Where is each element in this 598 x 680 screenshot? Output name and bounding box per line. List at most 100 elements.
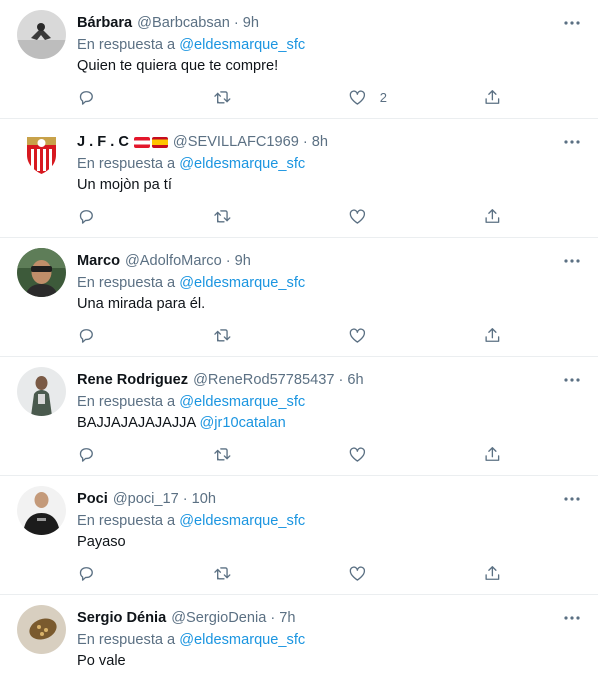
author-name[interactable]: Rene Rodriguez [77, 370, 188, 390]
retweet-button[interactable] [213, 444, 232, 464]
tweet-actions [77, 206, 507, 226]
tweet-time[interactable]: 7h [279, 608, 295, 628]
like-button[interactable] [348, 444, 380, 464]
tweet-time[interactable]: 10h [192, 489, 216, 509]
reply-icon [79, 209, 93, 224]
more-icon[interactable] [562, 13, 582, 33]
tweet-text-content: Po vale [77, 653, 126, 669]
like-button[interactable] [348, 563, 380, 583]
share-button[interactable] [483, 444, 502, 464]
tweet-text: Po vale [77, 651, 582, 671]
heart-icon [349, 566, 366, 581]
reply-prefix: En respuesta a [77, 394, 176, 410]
retweet-button[interactable] [213, 563, 232, 583]
author-name[interactable]: Sergio Dénia [77, 608, 166, 628]
reply-button[interactable] [77, 87, 96, 107]
share-icon [485, 89, 500, 104]
reply-context: En respuesta a @eldesmarque_sfc [77, 35, 582, 55]
avatar[interactable] [17, 129, 66, 178]
tweet-time[interactable]: 8h [312, 132, 328, 152]
reply-context: En respuesta a @eldesmarque_sfc [77, 392, 582, 412]
tweet[interactable]: Marco @AdolfoMarco · 9h En respuesta a @… [0, 238, 598, 357]
retweet-icon [214, 447, 231, 461]
reply-to-mention[interactable]: @eldesmarque_sfc [179, 275, 305, 291]
tweet-text-content: Quien te quiera que te compre! [77, 58, 279, 74]
like-button[interactable]: 2 [348, 87, 387, 107]
tweet[interactable]: Poci @poci_17 · 10h En respuesta a @elde… [0, 476, 598, 595]
reply-context: En respuesta a @eldesmarque_sfc [77, 273, 582, 293]
avatar[interactable] [17, 367, 66, 416]
heart-icon [349, 328, 366, 343]
reply-to-mention[interactable]: @eldesmarque_sfc [179, 394, 305, 410]
tweet-actions: 2 [77, 87, 507, 107]
share-button[interactable] [483, 325, 502, 345]
reply-button[interactable] [77, 325, 96, 345]
tweet-text-content: Payaso [77, 534, 126, 550]
share-button[interactable] [483, 206, 502, 226]
share-button[interactable] [483, 87, 502, 107]
reply-button[interactable] [77, 563, 96, 583]
author-handle[interactable]: @ReneRod57785437 [193, 370, 334, 390]
separator-dot: · [225, 253, 231, 269]
tweet-text-content: Un mojòn pa tí [77, 177, 172, 193]
author-name[interactable]: Marco [77, 251, 120, 271]
tweet-text: Quien te quiera que te compre! [77, 56, 582, 76]
tweet-time[interactable]: 6h [347, 370, 363, 390]
retweet-button[interactable] [213, 206, 232, 226]
avatar[interactable] [17, 605, 66, 654]
avatar[interactable] [17, 10, 66, 59]
reply-to-mention[interactable]: @eldesmarque_sfc [179, 632, 305, 648]
like-button[interactable] [348, 206, 380, 226]
reply-button[interactable] [77, 206, 96, 226]
heart-icon [349, 447, 366, 462]
retweet-icon [214, 90, 231, 104]
separator-dot: · [182, 491, 188, 507]
reply-button[interactable] [77, 444, 96, 464]
more-icon[interactable] [562, 489, 582, 509]
tweet-text-mention[interactable]: @jr10catalan [199, 415, 285, 431]
author-handle[interactable]: @Barbcabsan [137, 13, 230, 33]
tweet[interactable]: Sergio Dénia @SergioDenia · 7h En respue… [0, 595, 598, 680]
tweet-text: Una mirada para él. [77, 294, 582, 314]
author-name[interactable]: Poci [77, 489, 108, 509]
more-icon[interactable] [562, 132, 582, 152]
austria-flag-icon [133, 136, 150, 148]
like-count: 2 [379, 89, 387, 105]
tweet-time[interactable]: 9h [235, 251, 251, 271]
retweet-button[interactable] [213, 87, 232, 107]
tweet[interactable]: Rene Rodriguez @ReneRod57785437 · 6h En … [0, 357, 598, 476]
tweet-time[interactable]: 9h [243, 13, 259, 33]
retweet-button[interactable] [213, 325, 232, 345]
share-icon [485, 565, 500, 580]
heart-icon [349, 90, 366, 105]
reply-context: En respuesta a @eldesmarque_sfc [77, 630, 582, 650]
spain-flag-icon [151, 136, 168, 148]
reply-context: En respuesta a @eldesmarque_sfc [77, 154, 582, 174]
retweet-icon [214, 566, 231, 580]
avatar[interactable] [17, 248, 66, 297]
more-icon[interactable] [562, 370, 582, 390]
author-handle[interactable]: @poci_17 [113, 489, 179, 509]
reply-prefix: En respuesta a [77, 632, 176, 648]
author-handle[interactable]: @SEVILLAFC1969 [173, 132, 299, 152]
share-button[interactable] [483, 563, 502, 583]
tweet[interactable]: J . F . C @SEVILLAFC1969 · 8h En respues… [0, 119, 598, 238]
tweet-text: Un mojòn pa tí [77, 175, 582, 195]
like-button[interactable] [348, 325, 380, 345]
reply-feed: Bárbara @Barbcabsan · 9h En respuesta a … [0, 0, 598, 680]
author-name[interactable]: J . F . C [77, 132, 129, 152]
more-icon[interactable] [562, 608, 582, 628]
author-name[interactable]: Bárbara [77, 13, 132, 33]
separator-dot: · [270, 610, 276, 626]
tweet-actions [77, 444, 507, 464]
reply-to-mention[interactable]: @eldesmarque_sfc [179, 37, 305, 53]
reply-to-mention[interactable]: @eldesmarque_sfc [179, 513, 305, 529]
author-handle[interactable]: @SergioDenia [171, 608, 266, 628]
more-icon[interactable] [562, 251, 582, 271]
reply-to-mention[interactable]: @eldesmarque_sfc [179, 156, 305, 172]
retweet-icon [214, 328, 231, 342]
share-icon [485, 327, 500, 342]
avatar[interactable] [17, 486, 66, 535]
author-handle[interactable]: @AdolfoMarco [125, 251, 222, 271]
tweet[interactable]: Bárbara @Barbcabsan · 9h En respuesta a … [0, 0, 598, 119]
